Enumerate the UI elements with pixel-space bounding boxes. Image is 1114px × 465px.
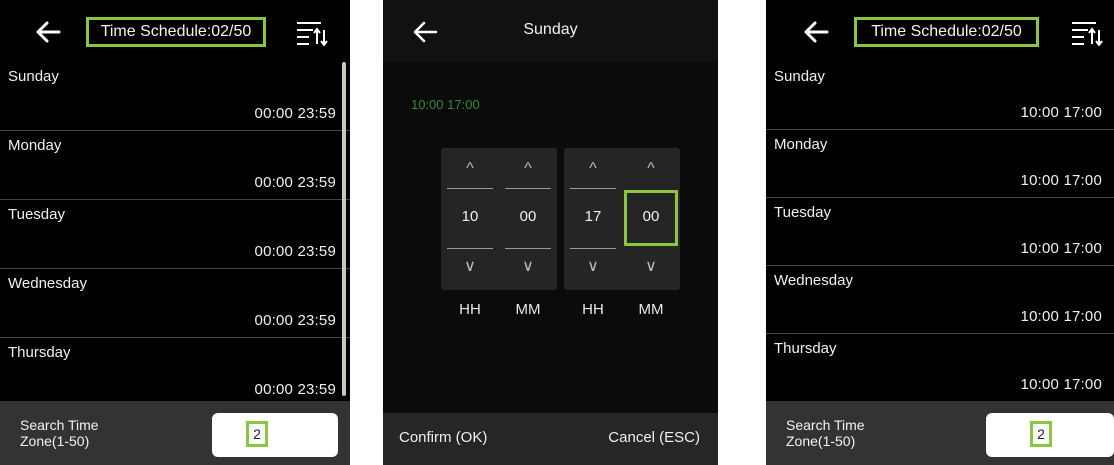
time-range: 10:00 17:00 — [1020, 376, 1102, 393]
hour-column: ^ 10 ∨ — [441, 148, 499, 290]
chevron-up-icon[interactable]: ^ — [441, 160, 499, 178]
chevron-down-icon[interactable]: ∨ — [499, 256, 557, 276]
time-range: 10:00 17:00 — [1020, 240, 1102, 257]
hour-column: ^ 17 ∨ — [564, 148, 622, 290]
unit-label: HH — [582, 301, 604, 318]
bottom-bar: Confirm (OK) Cancel (ESC) — [383, 413, 718, 465]
divider — [505, 188, 551, 189]
top-bar: Time Schedule:02/50 — [766, 0, 1114, 62]
list-item[interactable]: Tuesday 10:00 17:00 — [766, 198, 1114, 266]
sort-icon[interactable] — [295, 20, 329, 46]
time-range: 00:00 23:59 — [254, 381, 336, 398]
day-label: Tuesday — [774, 204, 831, 221]
time-range: 00:00 23:59 — [254, 312, 336, 329]
middle-screen: Sunday 10:00 17:00 ^ 10 ∨ ^ 00 ∨ ^ 17 ∨ … — [383, 0, 718, 465]
list-item[interactable]: Monday 10:00 17:00 — [766, 130, 1114, 198]
day-label: Monday — [8, 137, 62, 154]
page-title: Time Schedule:02/50 — [854, 17, 1039, 47]
day-label: Monday — [774, 136, 828, 153]
page-title: Time Schedule:02/50 — [86, 17, 266, 47]
search-bar: Search Time Zone(1-50) 2 — [766, 401, 1114, 465]
divider — [505, 248, 551, 249]
list-item[interactable]: Tuesday 00:00 23:59 — [0, 200, 350, 269]
list-item[interactable]: Thursday 00:00 23:59 — [0, 338, 350, 407]
left-screen: Time Schedule:02/50 Sunday 00:00 23:59 M… — [0, 0, 350, 465]
page-title: Sunday — [523, 21, 578, 38]
day-label: Sunday — [774, 68, 825, 85]
search-bar: Search Time Zone(1-50) 2 — [0, 401, 350, 465]
minute-value[interactable]: 00 — [499, 208, 557, 225]
chevron-up-icon[interactable]: ^ — [564, 160, 622, 178]
list-item[interactable]: Wednesday 00:00 23:59 — [0, 269, 350, 338]
day-label: Wednesday — [774, 272, 853, 289]
divider — [447, 248, 493, 249]
chevron-down-icon[interactable]: ∨ — [622, 256, 680, 276]
search-label-line2: Zone(1-50) — [786, 433, 856, 449]
unit-label: HH — [459, 301, 481, 318]
schedule-list: Sunday 10:00 17:00 Monday 10:00 17:00 Tu… — [766, 62, 1114, 402]
minute-column: ^ 00 ∨ — [499, 148, 557, 290]
day-label: Thursday — [774, 340, 837, 357]
divider — [570, 248, 616, 249]
hour-value[interactable]: 10 — [441, 208, 499, 225]
unit-label: MM — [638, 301, 664, 318]
chevron-up-icon[interactable]: ^ — [622, 160, 680, 178]
chevron-down-icon[interactable]: ∨ — [441, 256, 499, 276]
hour-value[interactable]: 17 — [564, 208, 622, 225]
sort-icon[interactable] — [1070, 20, 1104, 46]
arrow-left-icon[interactable] — [34, 18, 62, 46]
time-range: 00:00 23:59 — [254, 105, 336, 122]
search-label: Search Time Zone(1-50) — [20, 417, 99, 449]
day-label: Sunday — [8, 68, 59, 85]
time-range: 00:00 23:59 — [254, 174, 336, 191]
divider — [570, 188, 616, 189]
top-bar: Time Schedule:02/50 — [0, 0, 350, 62]
search-value: 2 — [1030, 421, 1052, 447]
time-range: 10:00 17:00 — [1020, 308, 1102, 325]
start-time-picker: ^ 10 ∨ ^ 00 ∨ — [441, 148, 557, 290]
end-time-picker: ^ 17 ∨ ^ 00 ∨ — [564, 148, 680, 290]
search-label-line1: Search Time — [20, 417, 99, 433]
search-label-line2: Zone(1-50) — [20, 433, 90, 449]
list-item[interactable]: Wednesday 10:00 17:00 — [766, 266, 1114, 334]
chevron-down-icon[interactable]: ∨ — [564, 256, 622, 276]
list-item[interactable]: Sunday 00:00 23:59 — [0, 62, 350, 131]
confirm-button[interactable]: Confirm (OK) — [399, 429, 487, 446]
search-input[interactable]: 2 — [212, 413, 338, 457]
search-value: 2 — [246, 421, 268, 447]
day-label: Wednesday — [8, 275, 87, 292]
divider — [447, 188, 493, 189]
list-item[interactable]: Sunday 10:00 17:00 — [766, 62, 1114, 130]
arrow-left-icon[interactable] — [802, 18, 830, 46]
cancel-button[interactable]: Cancel (ESC) — [608, 429, 700, 446]
list-item[interactable]: Thursday 10:00 17:00 — [766, 334, 1114, 402]
unit-label: MM — [515, 301, 541, 318]
selected-range: 10:00 17:00 — [411, 97, 480, 112]
top-bar: Sunday — [383, 0, 718, 62]
scrollbar[interactable] — [342, 62, 346, 396]
search-label: Search Time Zone(1-50) — [786, 417, 865, 449]
minute-column: ^ 00 ∨ — [622, 148, 680, 290]
day-label: Thursday — [8, 344, 71, 361]
minute-value[interactable]: 00 — [622, 208, 680, 225]
time-range: 00:00 23:59 — [254, 243, 336, 260]
list-item[interactable]: Monday 00:00 23:59 — [0, 131, 350, 200]
time-range: 10:00 17:00 — [1020, 172, 1102, 189]
right-screen: Time Schedule:02/50 Sunday 10:00 17:00 M… — [766, 0, 1114, 465]
schedule-list: Sunday 00:00 23:59 Monday 00:00 23:59 Tu… — [0, 62, 350, 407]
time-range: 10:00 17:00 — [1020, 104, 1102, 121]
search-label-line1: Search Time — [786, 417, 865, 433]
search-input[interactable]: 2 — [986, 413, 1114, 457]
day-label: Tuesday — [8, 206, 65, 223]
chevron-up-icon[interactable]: ^ — [499, 160, 557, 178]
